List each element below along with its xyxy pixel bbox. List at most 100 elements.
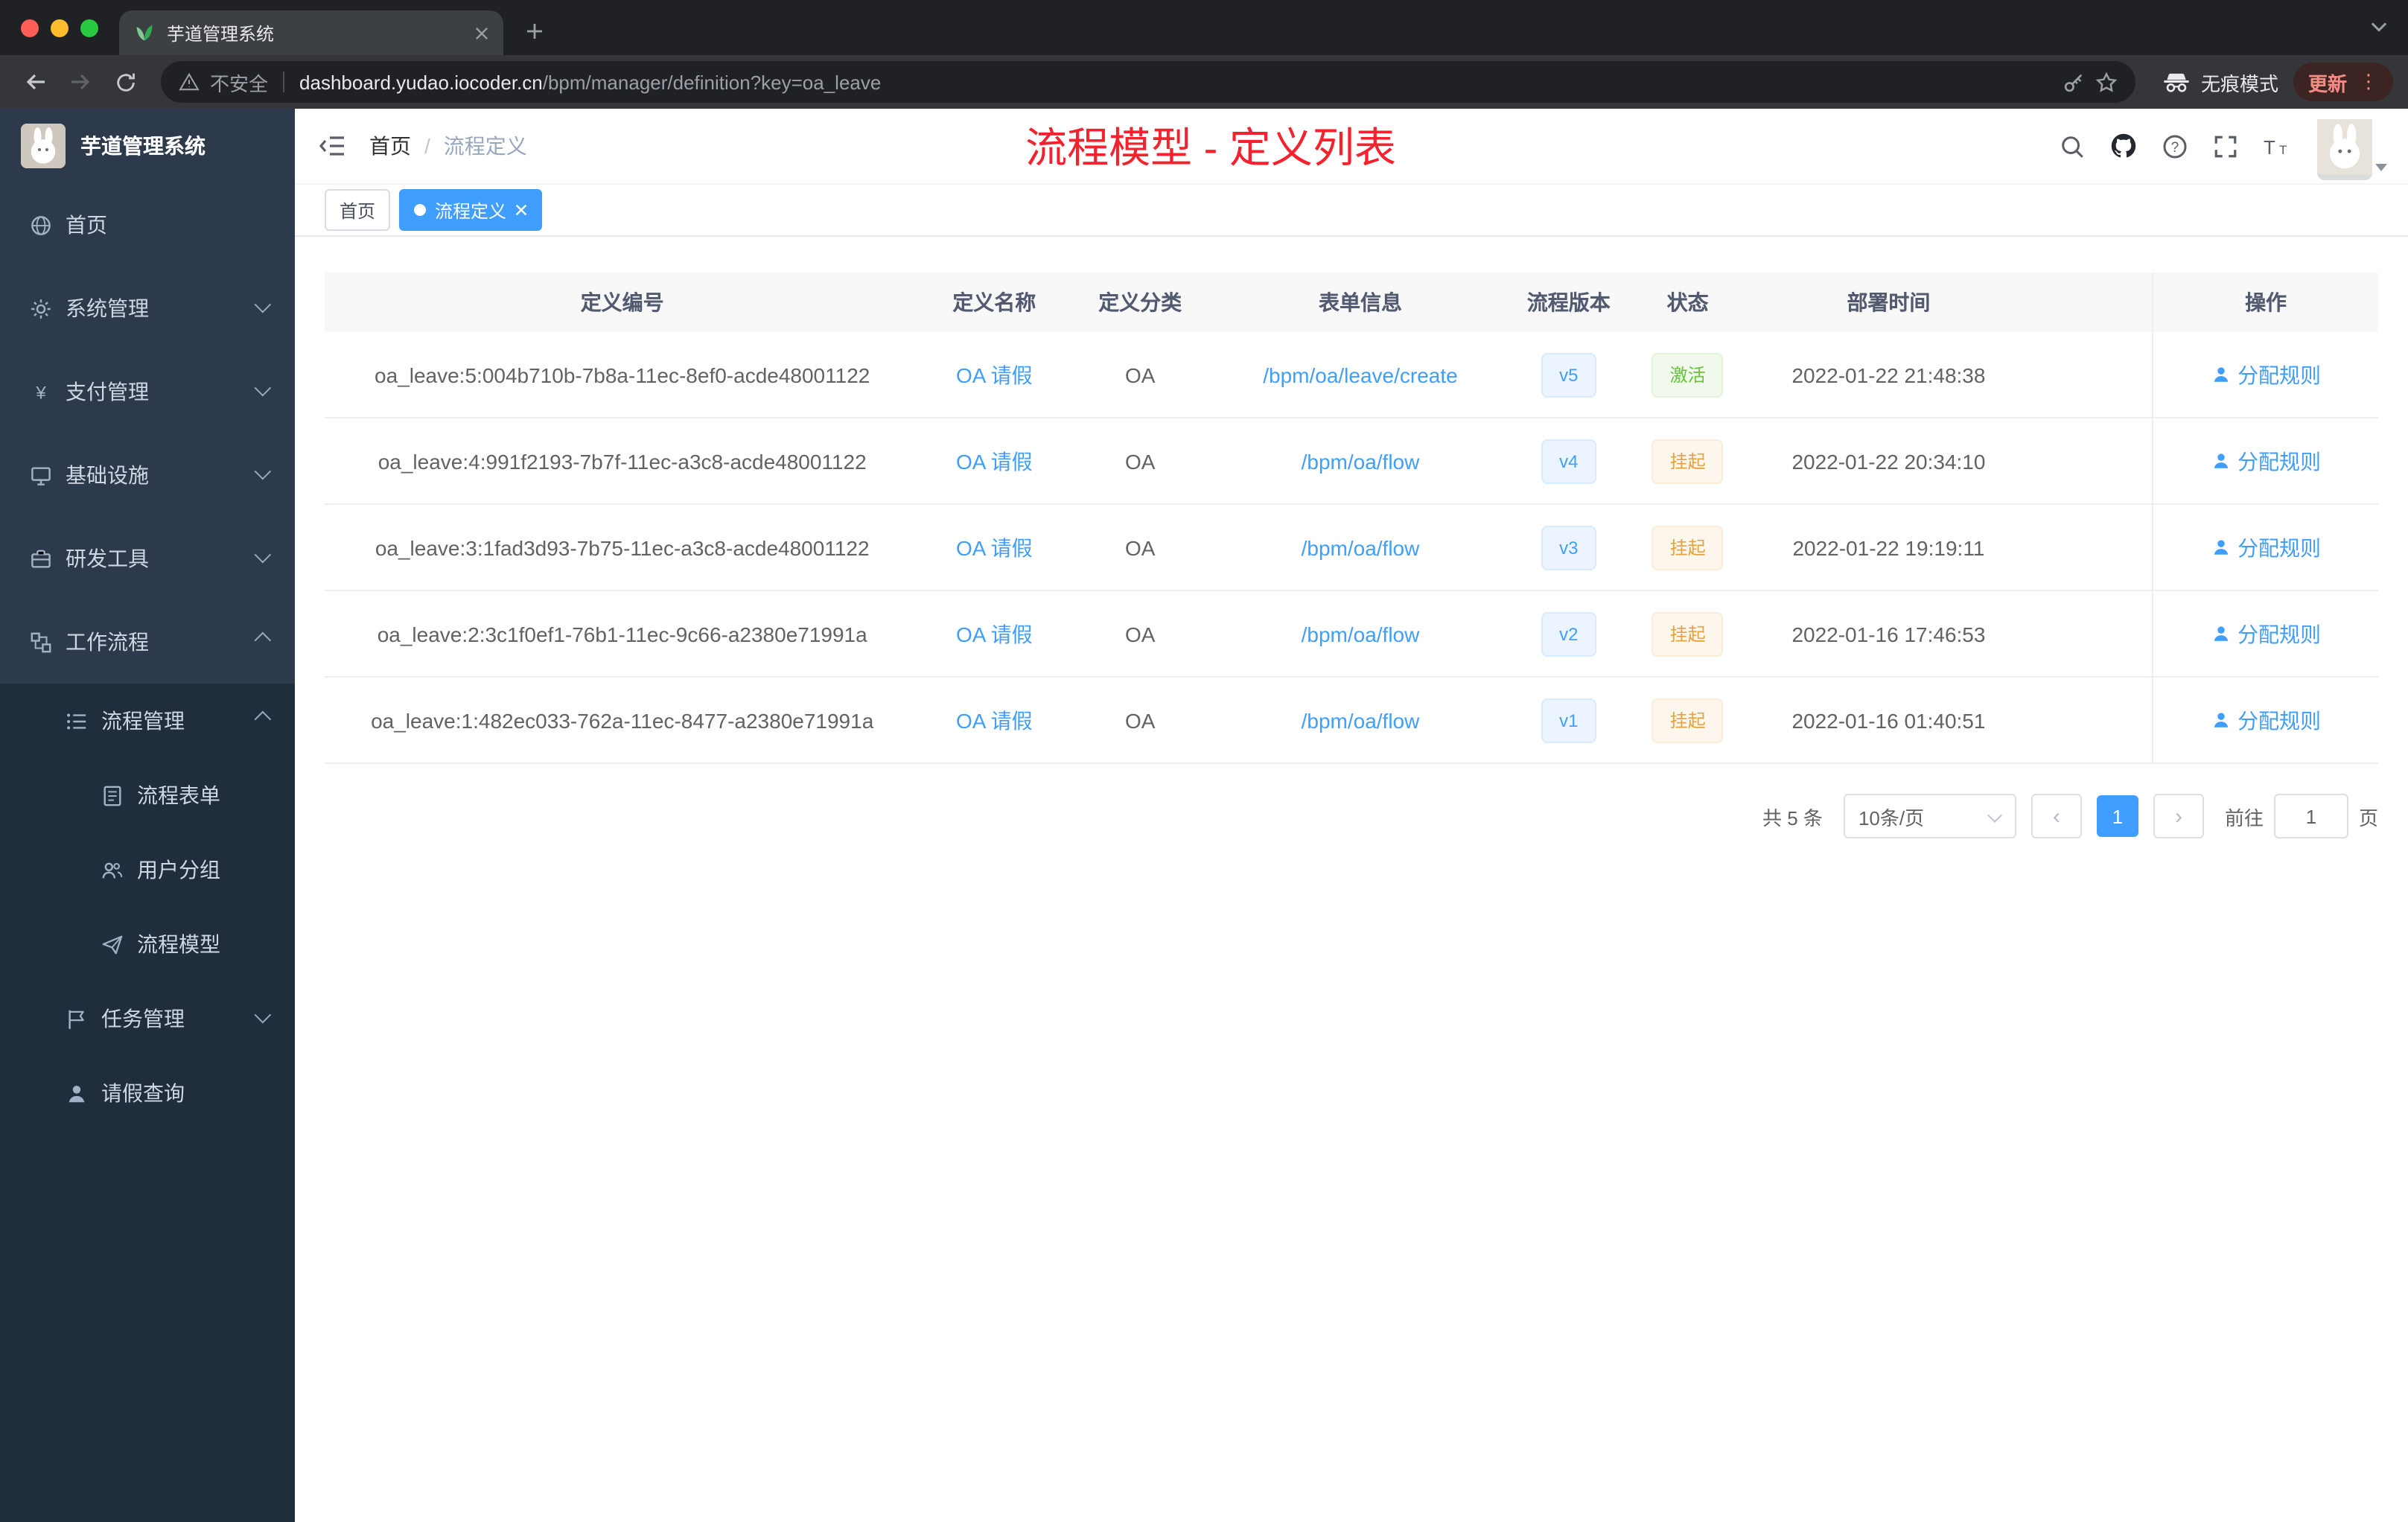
deploy-time: 2022-01-22 21:48:38 (1791, 363, 1986, 386)
address-bar[interactable]: 不安全 dashboard.yudao.iocoder.cn/bpm/manag… (161, 61, 2135, 103)
user-avatar-menu[interactable] (2317, 118, 2387, 179)
deploy-time: 2022-01-16 17:46:53 (1791, 622, 1986, 646)
dev-tools-icon (30, 547, 52, 570)
password-key-icon[interactable] (2063, 71, 2085, 93)
definition-name-link[interactable]: OA 请假 (956, 360, 1033, 389)
breadcrumb: 首页 / 流程定义 (369, 131, 527, 161)
browser-menu-icon[interactable]: ⋮ (2359, 70, 2378, 94)
column-spacer (2030, 273, 2152, 332)
assign-rule-link[interactable]: 分配规则 (2211, 619, 2321, 649)
user-icon (2211, 710, 2230, 730)
chevron-up-icon (255, 634, 268, 648)
definition-id: oa_leave:4:991f2193-7b7f-11ec-a3c8-acde4… (378, 449, 867, 473)
search-icon[interactable] (2060, 133, 2085, 159)
definition-name-link[interactable]: OA 请假 (956, 446, 1033, 476)
new-tab-button[interactable] (515, 12, 554, 51)
url-domain: dashboard.yudao.iocoder.cn (299, 71, 543, 93)
form-info-link[interactable]: /bpm/oa/flow (1302, 622, 1420, 646)
definition-id: oa_leave:1:482ec033-762a-11ec-8477-a2380… (371, 708, 874, 732)
zoom-window-button[interactable] (80, 19, 98, 36)
chevron-down-icon (255, 301, 268, 314)
help-icon[interactable]: ? (2162, 133, 2188, 159)
sidebar-item-user-group[interactable]: 用户分组 (0, 832, 295, 907)
definition-name-link[interactable]: OA 请假 (956, 619, 1033, 649)
page-content: 定义编号 定义名称 定义分类 表单信息 流程版本 状态 部署时间 操作 oa_l… (295, 237, 2408, 1522)
tag-process-definition[interactable]: 流程定义 (399, 189, 543, 231)
sidebar-item-workflow[interactable]: 工作流程 (0, 600, 295, 684)
sidebar-item-dev-tools[interactable]: 研发工具 (0, 517, 295, 600)
url-text[interactable]: dashboard.yudao.iocoder.cn/bpm/manager/d… (299, 71, 2052, 93)
gear-icon (30, 297, 52, 319)
assign-rule-link[interactable]: 分配规则 (2211, 705, 2321, 735)
page-size-select[interactable]: 10条/页 (1843, 794, 2016, 838)
definition-category: OA (1124, 535, 1156, 559)
tab-close-icon[interactable] (475, 26, 488, 39)
row-spacer (2030, 678, 2152, 762)
status-tag: 激活 (1651, 352, 1724, 397)
sidebar-item-process-management[interactable]: 流程管理 (0, 684, 295, 758)
app-header: 首页 / 流程定义 流程模型 - 定义列表 ? T T (295, 109, 2408, 185)
chevron-down-icon (1990, 810, 2001, 822)
sidebar-item-process-model[interactable]: 流程模型 (0, 907, 295, 981)
sidebar-item-process-form[interactable]: 流程表单 (0, 758, 295, 832)
user-icon (2211, 624, 2230, 643)
security-label[interactable]: 不安全 (210, 68, 268, 96)
page-1-button[interactable]: 1 (2096, 795, 2138, 837)
security-warning-icon[interactable] (179, 71, 200, 92)
prev-page-button[interactable]: ‹ (2030, 794, 2082, 838)
browser-update-button[interactable]: 更新 ⋮ (2293, 63, 2393, 101)
row-spacer (2030, 505, 2152, 590)
reload-icon[interactable] (104, 61, 146, 103)
user-icon (2211, 538, 2230, 557)
tag-home[interactable]: 首页 (325, 189, 391, 231)
table-row: oa_leave:4:991f2193-7b7f-11ec-a3c8-acde4… (325, 418, 2378, 505)
sidebar-collapse-icon[interactable] (319, 134, 345, 158)
definition-name-link[interactable]: OA 请假 (956, 532, 1033, 562)
app-title: 芋道管理系统 (80, 134, 206, 158)
task-icon (66, 1007, 88, 1030)
assign-rule-link[interactable]: 分配规则 (2211, 360, 2321, 389)
person-icon (66, 1082, 88, 1104)
form-info-link[interactable]: /bpm/oa/flow (1302, 449, 1420, 473)
form-info-link[interactable]: /bpm/oa/leave/create (1263, 363, 1458, 386)
minimize-window-button[interactable] (51, 19, 69, 36)
breadcrumb-home[interactable]: 首页 (369, 131, 411, 161)
table-row: oa_leave:2:3c1f0ef1-76b1-11ec-9c66-a2380… (325, 591, 2378, 678)
definition-category: OA (1124, 622, 1156, 646)
tag-close-icon[interactable] (515, 204, 527, 216)
user-icon (2211, 451, 2230, 471)
browser-tabstrip: 芋道管理系统 (0, 0, 2408, 55)
form-info-link[interactable]: /bpm/oa/flow (1302, 708, 1420, 732)
close-window-button[interactable] (21, 19, 39, 36)
browser-toolbar: 不安全 dashboard.yudao.iocoder.cn/bpm/manag… (0, 55, 2408, 109)
back-icon[interactable] (15, 61, 57, 103)
assign-rule-link[interactable]: 分配规则 (2211, 532, 2321, 562)
column-header: 操作 (2152, 273, 2378, 332)
sidebar-item-system-management[interactable]: 系统管理 (0, 267, 295, 350)
sidebar-item-leave-query[interactable]: 请假查询 (0, 1056, 295, 1130)
avatar (2317, 118, 2372, 179)
form-info-link[interactable]: /bpm/oa/flow (1302, 535, 1420, 559)
browser-tab[interactable]: 芋道管理系统 (119, 10, 503, 55)
sidebar-logo[interactable]: 芋道管理系统 (0, 109, 295, 183)
fullscreen-icon[interactable] (2213, 133, 2238, 159)
sidebar-item-task-management[interactable]: 任务管理 (0, 981, 295, 1056)
goto-label: 前往 (2224, 806, 2264, 829)
goto-page-input[interactable] (2273, 794, 2348, 838)
definition-name-link[interactable]: OA 请假 (956, 705, 1033, 735)
sidebar-menu: 首页 系统管理 ¥ 支付管理 基础设施 研发工具 工作流程 流程管理 流程表单 … (0, 183, 295, 1522)
github-icon[interactable] (2110, 133, 2137, 159)
sidebar-item-infrastructure[interactable]: 基础设施 (0, 433, 295, 517)
active-dot (414, 204, 427, 216)
sidebar-item-home[interactable]: 首页 (0, 183, 295, 267)
forward-icon[interactable] (60, 61, 101, 103)
status-tag: 挂起 (1651, 439, 1724, 483)
assign-rule-link[interactable]: 分配规则 (2211, 446, 2321, 476)
pagination: 共 5 条 10条/页 ‹ 1 › 前往 页 (325, 794, 2378, 838)
bookmark-star-icon[interactable] (2095, 71, 2118, 93)
tab-search-chevron-icon[interactable] (2371, 13, 2387, 40)
font-size-icon[interactable]: TT (2264, 135, 2292, 157)
next-page-button[interactable]: › (2153, 794, 2204, 838)
sidebar-item-payment-management[interactable]: ¥ 支付管理 (0, 350, 295, 433)
version-tag: v3 (1541, 525, 1596, 570)
